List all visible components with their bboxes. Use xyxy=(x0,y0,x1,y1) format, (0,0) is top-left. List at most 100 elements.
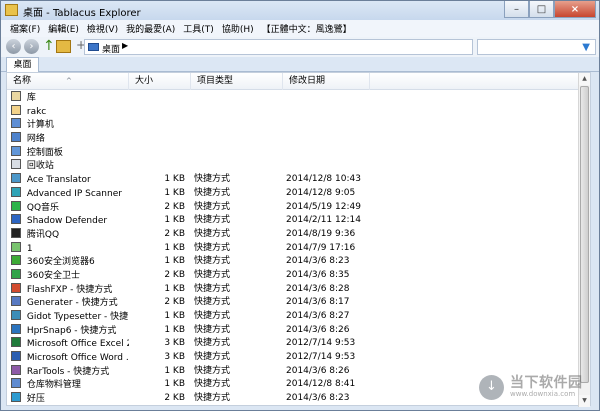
file-row[interactable]: 360安全卫士 2 KB 快捷方式 2014/3/6 8:35 xyxy=(7,268,580,283)
file-row[interactable]: Advanced IP Scanner 1 KB 快捷方式 2014/12/8 … xyxy=(7,186,580,201)
library-icon xyxy=(11,91,21,101)
file-type: 快捷方式 xyxy=(194,242,231,253)
file-row[interactable]: 回收站 xyxy=(7,159,580,173)
close-button[interactable]: × xyxy=(554,1,596,18)
file-type: 快捷方式 xyxy=(194,283,231,294)
search-input[interactable]: ▼ xyxy=(477,39,596,55)
file-name-cell: 控制面板 xyxy=(11,145,129,160)
file-row[interactable]: 360安全浏览器6 1 KB 快捷方式 2014/3/6 8:23 xyxy=(7,255,580,269)
word-icon xyxy=(11,351,21,362)
browser-icon xyxy=(11,255,21,266)
file-row[interactable]: Microsoft Office Excel 2... 3 KB 快捷方式 20… xyxy=(7,337,580,351)
modified-date: 2012/7/14 9:53 xyxy=(286,352,356,363)
column-name-header[interactable]: 名称 ^ xyxy=(7,73,129,90)
file-name: 网络 xyxy=(26,134,45,145)
folder-icon[interactable] xyxy=(56,40,71,53)
file-type xyxy=(191,91,276,105)
menu-help[interactable]: 協助(H) xyxy=(218,22,258,35)
file-row[interactable]: 腾讯QQ 2 KB 快捷方式 2014/8/19 9:36 xyxy=(7,227,580,242)
breadcrumb-arrow-icon[interactable]: ▶ xyxy=(122,41,128,50)
file-name: Gidot Typesetter - 快捷... xyxy=(26,312,129,322)
modified-date: 2014/3/6 8:27 xyxy=(286,311,350,321)
file-row[interactable]: 1 1 KB 快捷方式 2014/7/9 17:16 xyxy=(7,241,580,256)
tab-desktop[interactable]: 桌面 xyxy=(6,57,39,72)
generator-icon xyxy=(11,296,21,307)
file-name-cell: Shadow Defender xyxy=(11,214,129,228)
file-type: 快捷方式 xyxy=(194,174,231,185)
file-name: HprSnap6 - 快捷方式 xyxy=(26,325,117,336)
warehouse-icon xyxy=(11,378,21,389)
maximize-button[interactable]: □ xyxy=(529,1,554,18)
menu-view[interactable]: 檢視(V) xyxy=(83,22,122,35)
file-row[interactable]: 网络 xyxy=(7,132,580,146)
modified-date: 2014/5/19 12:49 xyxy=(286,201,361,212)
file-name: 腾讯QQ xyxy=(26,229,60,240)
file-row[interactable]: Ace Translator 1 KB 快捷方式 2014/12/8 10:43 xyxy=(7,173,580,187)
watermark-logo: ↓ 当下软件园 www.downxia.com xyxy=(479,372,595,403)
desktop-icon xyxy=(88,43,99,51)
file-type: 快捷方式 xyxy=(194,365,231,376)
file-name-cell: RarTools - 快捷方式 xyxy=(11,364,129,379)
computer-icon xyxy=(11,118,21,129)
minimize-button[interactable]: – xyxy=(504,1,529,18)
filter-icon[interactable]: ▼ xyxy=(582,42,590,53)
scroll-up-arrow-icon[interactable]: ▲ xyxy=(579,73,590,85)
column-type-header[interactable]: 项目类型 xyxy=(191,73,283,90)
file-name-cell: FlashFXP - 快捷方式 xyxy=(11,282,129,297)
file-row[interactable]: Microsoft Office Word ... 3 KB 快捷方式 2012… xyxy=(7,351,580,365)
up-arrow-icon[interactable]: ↑ xyxy=(43,39,55,54)
file-type: 快捷方式 xyxy=(194,379,231,390)
address-bar[interactable]: 桌面 ▶ xyxy=(84,39,473,55)
column-size-header[interactable]: 大小 xyxy=(129,73,191,90)
menu-edit[interactable]: 編輯(E) xyxy=(44,22,83,35)
file-name: Microsoft Office Excel 2... xyxy=(26,339,129,350)
file-size: 1 KB xyxy=(164,174,185,185)
file-row[interactable]: Generater - 快捷方式 2 KB 快捷方式 2014/3/6 8:17 xyxy=(7,296,580,310)
file-row[interactable]: QQ音乐 2 KB 快捷方式 2014/5/19 12:49 xyxy=(7,200,580,215)
shortcut-icon xyxy=(11,241,21,252)
file-row[interactable]: 控制面板 xyxy=(7,145,580,160)
modified-date xyxy=(283,118,383,132)
camera-icon xyxy=(11,323,21,334)
file-type: 快捷方式 xyxy=(194,311,231,321)
modified-date: 2014/3/6 8:35 xyxy=(286,269,350,280)
file-row[interactable]: FlashFXP - 快捷方式 1 KB 快捷方式 2014/3/6 8:28 xyxy=(7,282,580,297)
file-name-cell: 计算机 xyxy=(11,118,129,132)
file-size: 2 KB xyxy=(164,269,185,280)
file-name: Advanced IP Scanner xyxy=(26,188,122,199)
file-name-cell: 360安全浏览器6 xyxy=(11,255,129,269)
file-size: 1 KB xyxy=(164,311,185,321)
file-size: 1 KB xyxy=(164,379,185,390)
file-row[interactable]: Gidot Typesetter - 快捷... 1 KB 快捷方式 2014/… xyxy=(7,310,580,324)
download-icon: ↓ xyxy=(479,375,504,400)
file-row[interactable]: Shadow Defender 1 KB 快捷方式 2014/2/11 12:1… xyxy=(7,214,580,228)
menu-tools[interactable]: 工具(T) xyxy=(179,22,218,35)
file-type: 快捷方式 xyxy=(194,228,231,239)
modified-date: 2014/12/8 8:41 xyxy=(286,379,356,390)
file-type: 快捷方式 xyxy=(194,269,231,280)
file-type: 快捷方式 xyxy=(194,201,231,212)
shield-icon xyxy=(11,214,21,225)
file-type: 快捷方式 xyxy=(194,297,231,308)
network-icon xyxy=(11,132,21,143)
modified-date xyxy=(283,132,383,146)
file-row[interactable]: 计算机 xyxy=(7,118,580,132)
file-size: 1 KB xyxy=(164,215,185,226)
file-name: 回收站 xyxy=(26,161,54,172)
forward-button[interactable]: › xyxy=(24,39,39,54)
scrollbar-thumb[interactable] xyxy=(580,86,589,383)
column-date-header[interactable]: 修改日期 xyxy=(283,73,370,90)
vertical-scrollbar[interactable]: ▲ ▼ xyxy=(578,73,590,407)
menu-favorites[interactable]: 我的最愛(A) xyxy=(122,22,179,35)
file-size: 1 KB xyxy=(164,187,185,198)
menu-file[interactable]: 檔案(F) xyxy=(6,22,44,35)
file-row[interactable]: HprSnap6 - 快捷方式 1 KB 快捷方式 2014/3/6 8:26 xyxy=(7,323,580,338)
file-row[interactable]: rakc xyxy=(7,104,580,119)
file-name-cell: 库 xyxy=(11,91,129,105)
file-row[interactable]: 库 xyxy=(7,91,580,105)
file-list-pane: 名称 ^ 大小 项目类型 修改日期 库 rakc 计算机 网络 控制面板 回收站… xyxy=(6,72,591,407)
compress-icon xyxy=(11,392,21,403)
address-location: 桌面 xyxy=(102,45,121,55)
menu-language-credit: 【正體中文：風逸鷺】 xyxy=(261,25,352,35)
back-button[interactable]: ‹ xyxy=(6,39,21,54)
